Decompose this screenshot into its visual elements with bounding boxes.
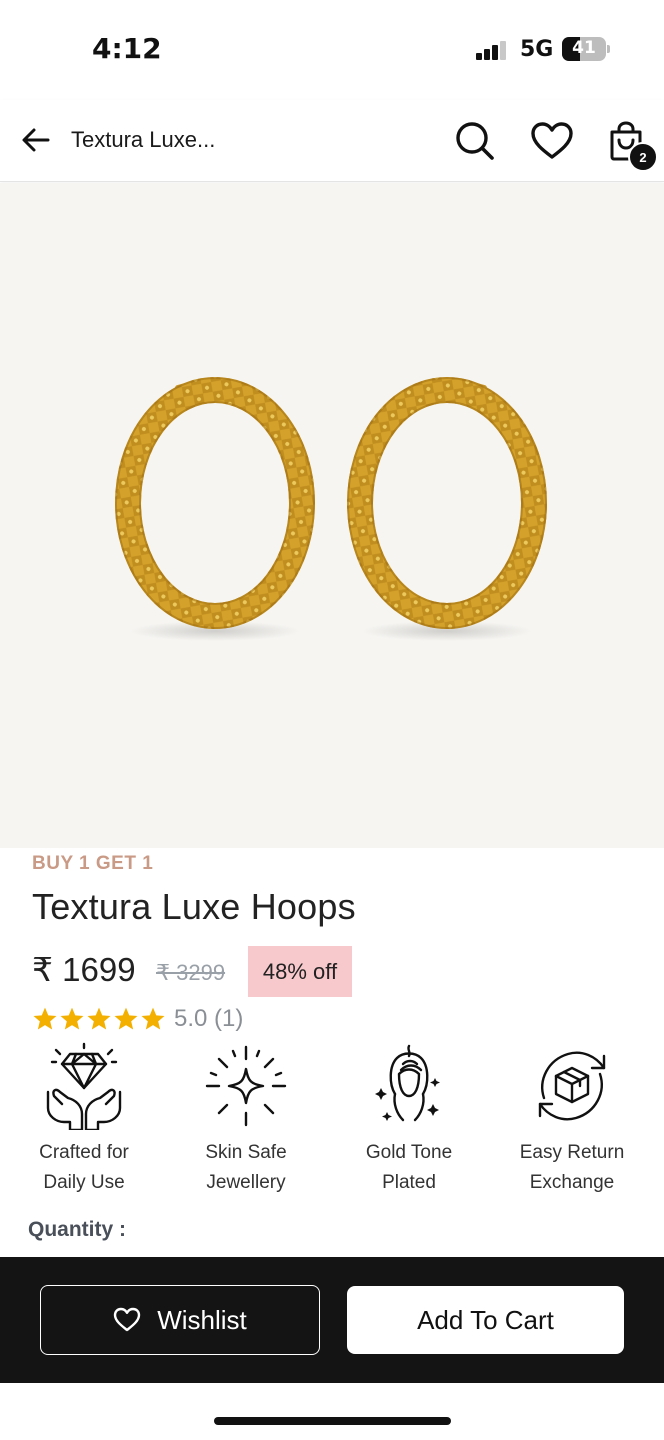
- star-icon: [87, 1007, 111, 1030]
- diamond-hands-icon: [46, 1042, 122, 1130]
- sparkle-icon: [205, 1045, 287, 1127]
- feature-label: Easy Return Exchange: [519, 1142, 625, 1193]
- woman-head-icon: [375, 1044, 440, 1122]
- wishlist-button[interactable]: Wishlist: [40, 1285, 320, 1355]
- heart-outline-icon: [114, 1307, 141, 1332]
- add-to-cart-label: Add To Cart: [417, 1304, 554, 1335]
- star-icon: [141, 1007, 165, 1030]
- rating-text: 5.0 (1): [174, 1005, 244, 1032]
- product-title: Textura Luxe Hoops: [32, 886, 356, 927]
- product-price: ₹ 1699: [32, 951, 136, 988]
- header-title: Textura Luxe...: [71, 127, 216, 152]
- search-icon: [456, 122, 494, 160]
- network-label: 5G: [520, 37, 554, 62]
- back-button[interactable]: [14, 118, 58, 162]
- feature-highlights: Crafted for Daily Use Skin Safe Jeweller…: [0, 1040, 664, 1200]
- promo-label: BUY 1 GET 1: [32, 853, 154, 874]
- wishlist-button-label: Wishlist: [157, 1304, 247, 1335]
- search-button[interactable]: [451, 118, 499, 164]
- feature-item: Gold Tone Plated: [327, 1040, 491, 1198]
- signal-icon: [476, 40, 510, 60]
- star-icon: [60, 1007, 84, 1030]
- wishlist-header-button[interactable]: [528, 118, 576, 164]
- battery-tip: [607, 45, 610, 53]
- rating-row[interactable]: 5.0 (1): [32, 1003, 243, 1035]
- status-time: 4:12: [92, 32, 162, 65]
- hoop-earrings-image: [115, 377, 547, 641]
- status-bar: 4:12 5G 41: [0, 0, 664, 100]
- back-arrow-icon: [22, 128, 50, 152]
- star-icon: [33, 1007, 57, 1030]
- add-to-cart-button[interactable]: Add To Cart: [347, 1286, 624, 1354]
- star-rating: [32, 1006, 166, 1032]
- feature-label: Crafted for Daily Use: [39, 1142, 129, 1193]
- feature-label: Gold Tone Plated: [365, 1142, 453, 1193]
- feature-item: Easy Return Exchange: [490, 1040, 654, 1198]
- box-return-icon: [538, 1051, 606, 1121]
- product-image[interactable]: [0, 183, 664, 848]
- feature-label: Skin Safe Jewellery: [205, 1142, 287, 1193]
- feature-item: Crafted for Daily Use: [2, 1040, 166, 1198]
- bottom-action-bar: Wishlist Add To Cart: [0, 1257, 664, 1383]
- quantity-label: Quantity :: [28, 1218, 126, 1241]
- product-mrp: ₹ 3299: [156, 960, 226, 985]
- cart-count-badge: 2: [628, 142, 658, 172]
- heart-icon: [531, 122, 573, 159]
- top-nav-bar: Textura Luxe...: [0, 100, 664, 182]
- battery-icon: 41: [562, 37, 606, 61]
- feature-item: Skin Safe Jewellery: [164, 1040, 328, 1198]
- star-icon: [114, 1007, 138, 1030]
- discount-badge: 48% off: [248, 946, 352, 997]
- battery-percent: 41: [572, 38, 596, 58]
- home-indicator: [214, 1417, 451, 1425]
